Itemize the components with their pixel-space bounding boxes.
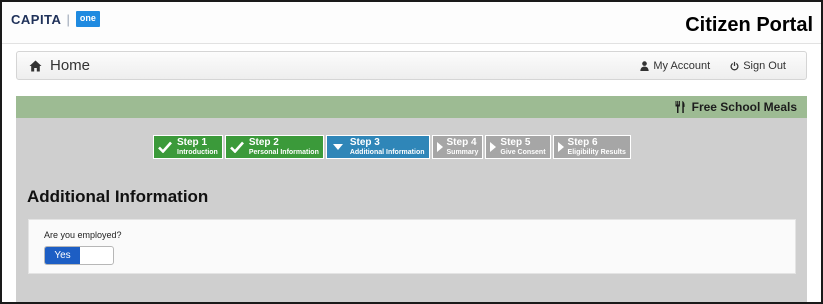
user-icon — [640, 61, 650, 71]
step-3[interactable]: Step 3 Additional Information — [325, 135, 430, 159]
step-label: Introduction — [177, 149, 218, 156]
browser-frame: CAPITA | one Citizen Portal Home My Acco… — [0, 0, 823, 304]
content-area: Free School Meals Step 1 Introduction St… — [16, 96, 807, 302]
account-nav: My Account Sign Out — [640, 60, 786, 72]
caret-right-icon — [436, 140, 444, 154]
step-label: Give Consent — [500, 149, 546, 156]
home-label: Home — [50, 57, 91, 74]
check-icon — [229, 140, 245, 154]
check-icon — [157, 140, 173, 154]
employed-question-label: Are you employed? — [44, 230, 122, 240]
power-icon — [730, 61, 739, 71]
logo-brand-text: CAPITA — [11, 11, 62, 27]
employed-toggle[interactable]: Yes — [44, 246, 114, 265]
home-link[interactable]: Home — [29, 57, 90, 74]
capita-one-logo[interactable]: CAPITA | one — [11, 11, 100, 27]
step-2[interactable]: Step 2 Personal Information — [224, 135, 324, 159]
step-4[interactable]: Step 4 Summary — [431, 135, 484, 159]
step-label: Additional Information — [349, 149, 425, 156]
progress-steps: Step 1 Introduction Step 2 Personal Info… — [153, 135, 633, 159]
step-number: Step 5 — [500, 137, 531, 148]
step-5[interactable]: Step 5 Give Consent — [485, 135, 551, 159]
caret-right-icon — [557, 140, 565, 154]
logo-badge: one — [75, 11, 100, 27]
step-label: Summary — [446, 149, 479, 156]
home-icon — [29, 60, 42, 71]
caret-right-icon — [489, 140, 497, 154]
my-account-label: My Account — [653, 60, 711, 72]
nav-bar: Home My Account Sign Out — [16, 51, 807, 80]
step-number: Step 1 — [177, 137, 208, 148]
service-name-label: Free School Meals — [691, 100, 797, 114]
step-label: Eligibility Results — [567, 149, 626, 156]
step-number: Step 3 — [349, 137, 380, 148]
step-number: Step 6 — [567, 137, 598, 148]
brand-bar: CAPITA | one Citizen Portal — [2, 2, 821, 44]
portal-title: Citizen Portal — [685, 14, 813, 36]
step-number: Step 2 — [248, 137, 279, 148]
page-title: Additional Information — [27, 187, 209, 206]
logo-separator: | — [66, 11, 70, 27]
my-account-link[interactable]: My Account — [640, 60, 710, 72]
toggle-yes-option[interactable]: Yes — [45, 247, 80, 264]
service-name: Free School Meals — [675, 100, 797, 114]
service-bar: Free School Meals — [16, 96, 807, 118]
caret-down-icon — [330, 140, 346, 154]
step-number: Step 4 — [446, 137, 477, 148]
sign-out-label: Sign Out — [743, 60, 786, 72]
step-1[interactable]: Step 1 Introduction — [153, 135, 223, 159]
fork-knife-icon — [675, 101, 685, 113]
form-card: Are you employed? Yes — [28, 219, 796, 274]
step-label: Personal Information — [248, 149, 319, 156]
sign-out-link[interactable]: Sign Out — [730, 60, 786, 72]
step-6[interactable]: Step 6 Eligibility Results — [552, 135, 631, 159]
